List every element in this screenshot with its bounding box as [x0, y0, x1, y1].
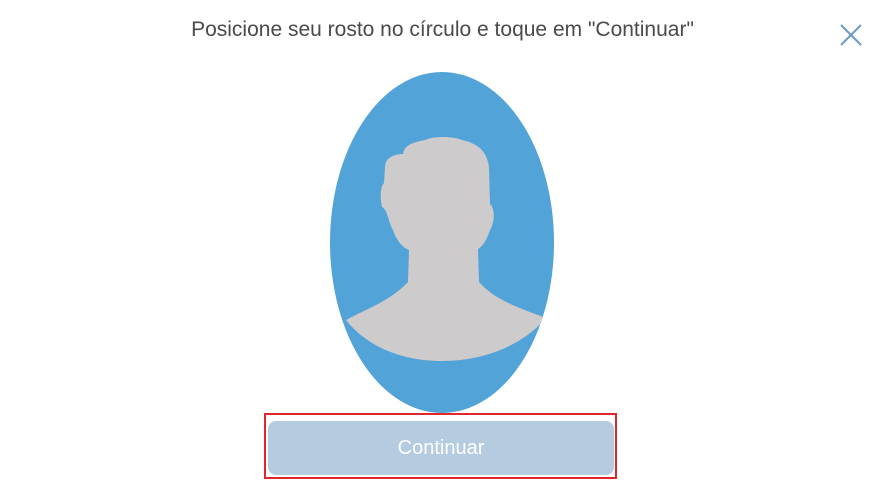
person-silhouette-icon — [330, 72, 554, 413]
dialog-instruction: Posicione seu rosto no círculo e toque e… — [191, 18, 694, 41]
close-button[interactable] — [836, 20, 866, 50]
continue-button[interactable]: Continuar — [268, 421, 614, 475]
close-icon — [840, 24, 862, 46]
face-capture-dialog: Posicione seu rosto no círculo e toque e… — [0, 0, 885, 496]
face-position-guide — [330, 72, 554, 413]
